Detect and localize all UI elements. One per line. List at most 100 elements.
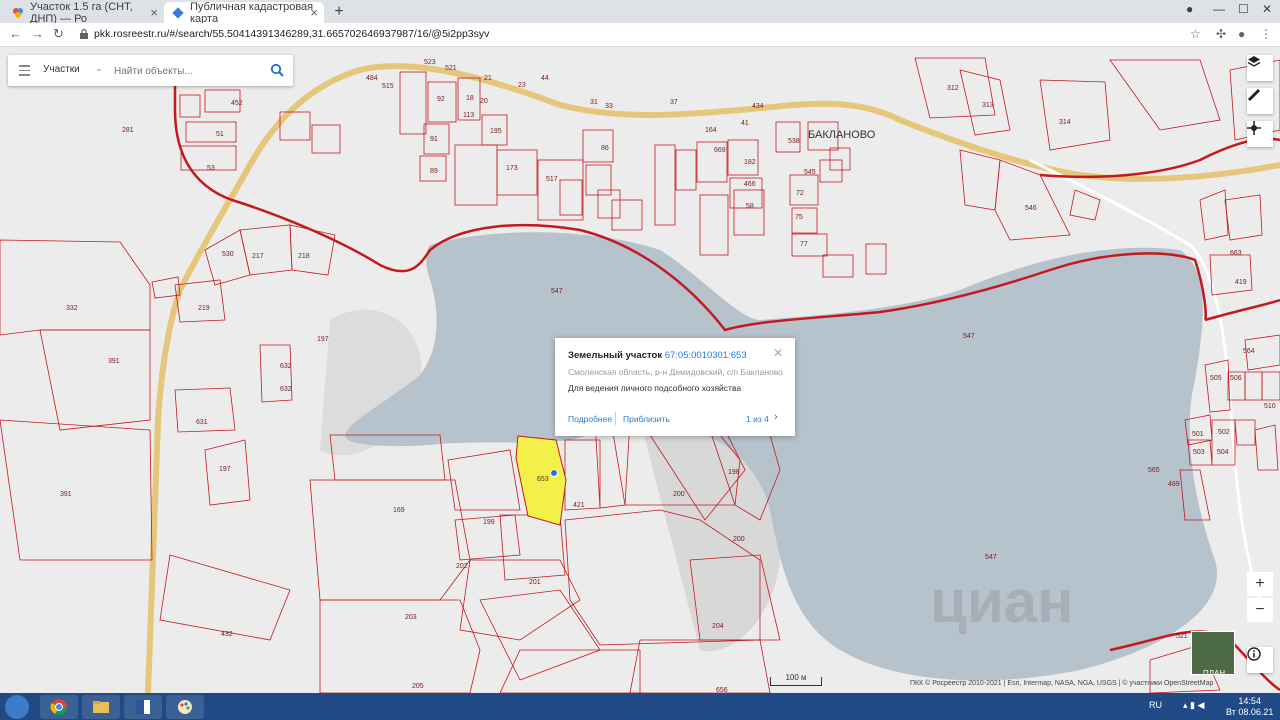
crosshair-icon	[1247, 121, 1261, 135]
tray-icons[interactable]: ▴ ▮ ◀	[1183, 700, 1204, 711]
folder-icon	[93, 701, 109, 713]
popup-address: Смоленская область, р-н Демидовский, с/п…	[568, 367, 783, 377]
svg-text:198: 198	[728, 469, 740, 476]
svg-text:203: 203	[405, 614, 417, 621]
taskbar-explorer[interactable]	[82, 695, 120, 719]
locate-button[interactable]	[1247, 121, 1273, 147]
svg-text:202: 202	[456, 563, 468, 570]
svg-text:92: 92	[437, 96, 445, 103]
info-button[interactable]	[1247, 647, 1273, 673]
svg-text:173: 173	[506, 165, 518, 172]
svg-text:313: 313	[982, 102, 994, 109]
svg-text:201: 201	[529, 579, 541, 586]
chrome-icon	[50, 699, 68, 716]
svg-text:545: 545	[804, 169, 816, 176]
url-field[interactable]: pkk.rosreestr.ru/#/search/55.50414391346…	[94, 28, 489, 40]
next-result-icon[interactable]: ›	[774, 411, 778, 423]
cadastral-map[interactable]: 523 521 484 515 452 281 92 18 20 21 23 44 31 33 37 41…	[0, 47, 1280, 693]
svg-text:530: 530	[222, 251, 234, 258]
svg-text:521: 521	[445, 65, 457, 72]
svg-text:217: 217	[252, 253, 264, 260]
taskbar-clock[interactable]: 14:54 Вт 08.06.21	[1226, 696, 1273, 718]
search-input[interactable]	[112, 61, 266, 81]
lock-icon	[80, 28, 88, 39]
tab-cadastral-map-title: Публичная кадастровая карта	[190, 0, 314, 25]
svg-text:565: 565	[1148, 467, 1160, 474]
layers-icon	[1247, 56, 1261, 67]
account-icon[interactable]: ●	[1238, 27, 1245, 41]
svg-text:197: 197	[219, 466, 231, 473]
svg-text:419: 419	[1235, 279, 1247, 286]
hamburger-menu-icon[interactable]	[19, 65, 30, 79]
close-window-button[interactable]: ✕	[1262, 2, 1272, 16]
zoom-in-button[interactable]: +	[1247, 572, 1273, 596]
taskbar-chrome[interactable]	[40, 695, 78, 719]
selected-point-marker[interactable]	[550, 469, 558, 477]
svg-text:502: 502	[1218, 429, 1230, 436]
chevron-down-icon[interactable]: ⌄	[95, 63, 103, 74]
svg-text:51: 51	[216, 131, 224, 138]
svg-text:391: 391	[108, 358, 120, 365]
details-link[interactable]: Подробнее	[568, 414, 612, 424]
svg-text:18: 18	[466, 95, 474, 102]
rosreestr-favicon-icon	[172, 7, 184, 19]
minimize-button[interactable]: —	[1213, 2, 1225, 16]
layers-button[interactable]	[1247, 55, 1273, 81]
svg-text:523: 523	[424, 59, 436, 66]
profile-menu-icon[interactable]: ●	[1186, 2, 1193, 16]
svg-text:195: 195	[490, 128, 502, 135]
close-icon[interactable]: ✕	[773, 346, 783, 360]
tab-cadastral-map[interactable]: Публичная кадастровая карта ×	[164, 0, 324, 25]
cadastral-number-link[interactable]: 67:05:0010301:653	[665, 350, 747, 361]
close-tab-icon[interactable]: ×	[310, 5, 318, 20]
svg-text:547: 547	[985, 554, 997, 561]
measure-button[interactable]	[1247, 88, 1273, 114]
ruler-icon	[1247, 88, 1261, 102]
taskbar-paint[interactable]	[166, 695, 204, 719]
zoom-out-button[interactable]: −	[1247, 598, 1273, 622]
language-indicator[interactable]: RU	[1149, 700, 1162, 710]
svg-text:72: 72	[796, 190, 804, 197]
map-scale-bar: 100 м	[770, 674, 822, 686]
taskbar-word[interactable]	[124, 695, 162, 719]
close-tab-icon[interactable]: ×	[150, 5, 158, 20]
back-button[interactable]: ←	[9, 26, 22, 41]
svg-text:564: 564	[1243, 348, 1255, 355]
new-tab-button[interactable]: +	[330, 3, 348, 21]
svg-text:452: 452	[231, 100, 243, 107]
svg-text:218: 218	[298, 253, 310, 260]
word-icon	[136, 700, 150, 714]
maximize-button[interactable]: ☐	[1238, 2, 1249, 16]
svg-text:89: 89	[430, 168, 438, 175]
browser-menu-icon[interactable]: ⋮	[1260, 27, 1272, 41]
village-label: БАКЛАНОВО	[808, 129, 876, 141]
svg-text:632: 632	[280, 386, 292, 393]
search-icon[interactable]	[270, 63, 284, 77]
svg-text:312: 312	[947, 85, 959, 92]
clock-time: 14:54	[1238, 696, 1261, 706]
start-button[interactable]	[5, 695, 29, 719]
svg-text:421: 421	[573, 502, 585, 509]
popup-pagination: 1 из 4	[746, 414, 769, 424]
forward-button[interactable]: →	[31, 26, 44, 41]
search-category-select[interactable]: Участки	[43, 64, 80, 75]
extensions-icon[interactable]: ✣	[1216, 27, 1226, 41]
cian-watermark: циан	[930, 568, 1074, 635]
windows-taskbar: RU ▴ ▮ ◀ 14:54 Вт 08.06.21	[0, 693, 1280, 720]
search-panel: Участки ⌄	[8, 55, 293, 86]
reload-button[interactable]: ↻	[53, 26, 64, 42]
bookmark-star-icon[interactable]: ☆	[1190, 27, 1201, 41]
svg-text:504: 504	[1217, 449, 1229, 456]
svg-text:37: 37	[670, 99, 678, 106]
svg-text:432: 432	[221, 631, 233, 638]
popup-title: Земельный участок 67:05:0010301:653	[568, 350, 747, 361]
svg-text:182: 182	[744, 159, 756, 166]
svg-text:506: 506	[1230, 375, 1242, 382]
svg-text:515: 515	[382, 83, 394, 90]
tab-listing[interactable]: Участок 1.5 га (СНТ, ДНП) — Ро ×	[4, 1, 164, 25]
popup-title-text: Земельный участок	[568, 350, 663, 361]
address-bar: ← → ↻ pkk.rosreestr.ru/#/search/55.50414…	[0, 23, 1280, 47]
svg-text:663: 663	[1230, 250, 1242, 257]
svg-text:58: 58	[746, 203, 754, 210]
zoom-to-link[interactable]: Приблизить	[623, 414, 670, 424]
